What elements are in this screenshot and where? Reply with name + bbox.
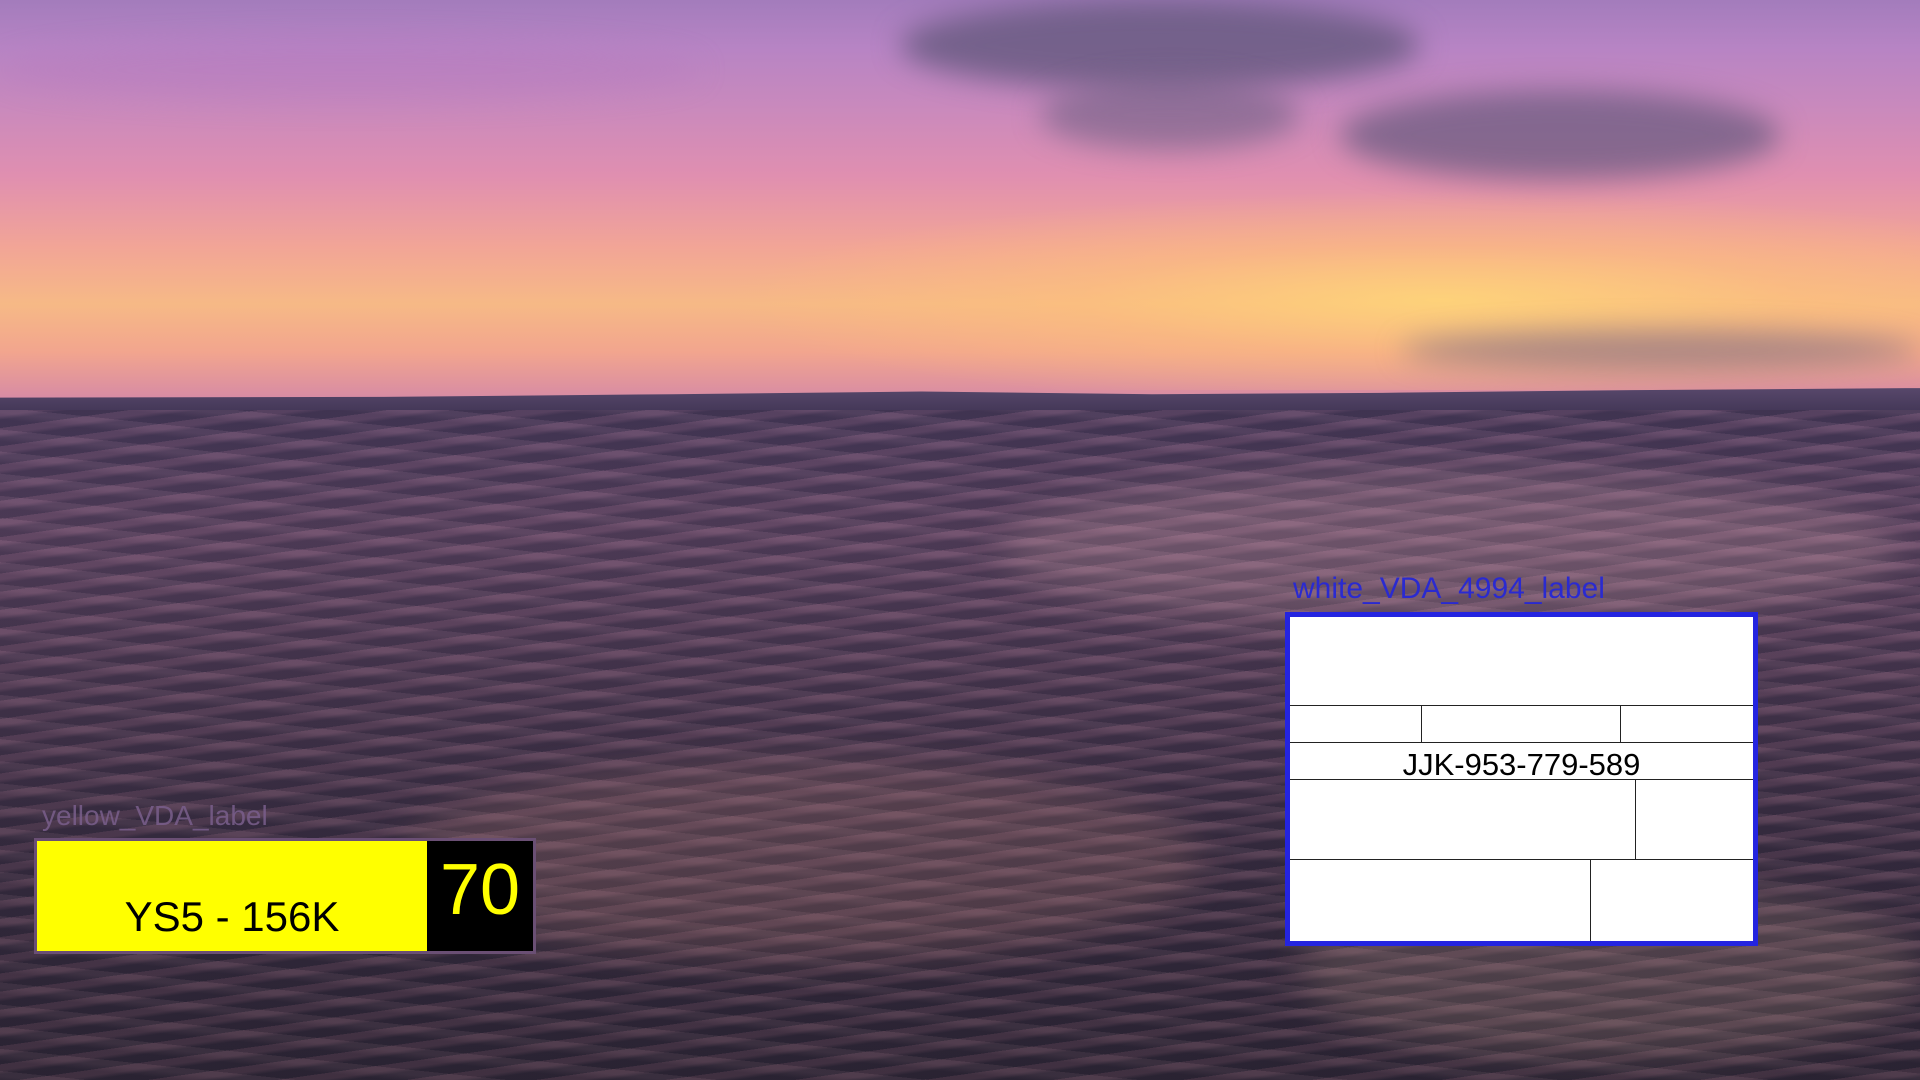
- label-grid-line: [1620, 705, 1621, 742]
- label-grid-line: [1290, 742, 1753, 743]
- cloud: [1340, 90, 1780, 180]
- label-grid-line: [1590, 859, 1591, 941]
- yellow-label-code-panel: YS5 - 156K: [37, 841, 427, 951]
- label-grid-line: [1421, 705, 1422, 742]
- label-grid-line: [1290, 859, 1753, 860]
- yellow-label-number: 70: [427, 841, 533, 951]
- white-label-code: JJK-953-779-589: [1402, 747, 1641, 782]
- white-vda-4994-label: JJK-953-779-589: [1285, 612, 1758, 946]
- cloud: [900, 0, 1420, 90]
- label-grid-line: [1290, 705, 1753, 706]
- label-grid-line: [1635, 779, 1636, 859]
- white-label-caption: white_VDA_4994_label: [1293, 572, 1605, 605]
- yellow-vda-label: YS5 - 156K 70: [34, 838, 536, 954]
- yellow-label-caption: yellow_VDA_label: [42, 800, 268, 831]
- yellow-label-code: YS5 - 156K: [124, 893, 340, 940]
- cloud: [1400, 330, 1920, 370]
- cloud: [1040, 80, 1300, 150]
- sea-glint: [1000, 470, 1900, 630]
- cloud: [0, 40, 700, 100]
